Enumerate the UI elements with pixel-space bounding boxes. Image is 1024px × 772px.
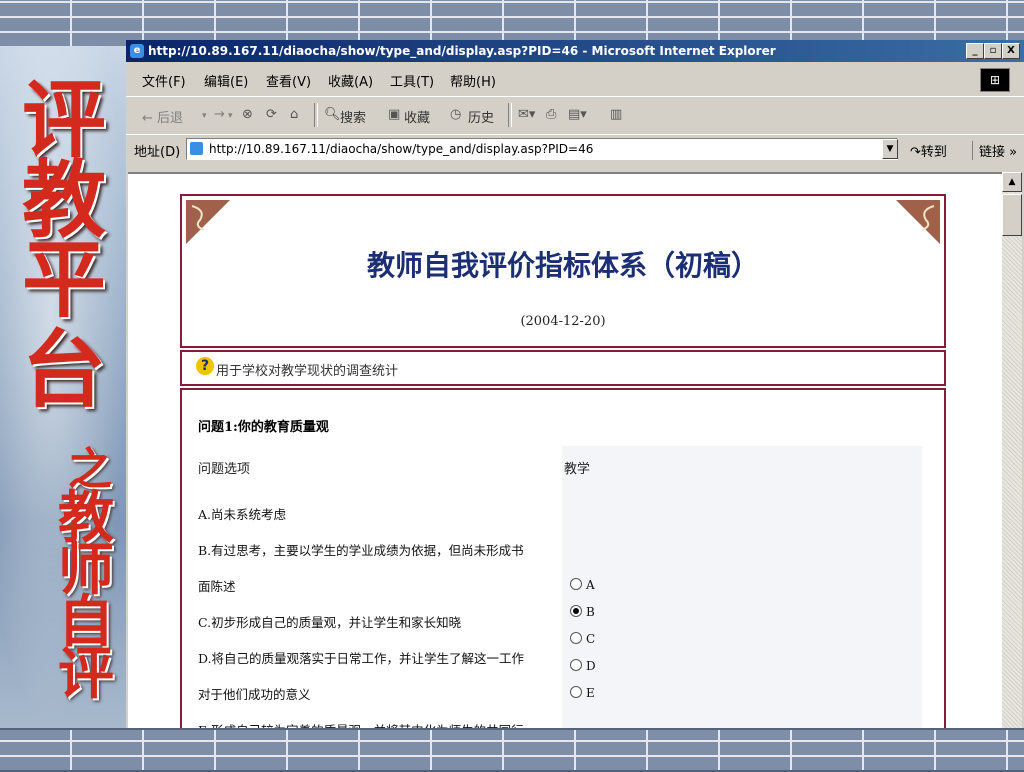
browser-window: e http://10.89.167.11/diaocha/show/type_…: [126, 40, 1024, 728]
scroll-up-icon[interactable]: ▲: [1002, 172, 1022, 192]
print-icon[interactable]: ⎙: [546, 107, 556, 122]
radio-a[interactable]: [570, 578, 582, 590]
survey-title: 教师自我评价指标体系（初稿）: [366, 249, 759, 282]
menu-bar: 文件(F) 编辑(E) 查看(V) 收藏(A) 工具(T) 帮助(H): [126, 64, 1024, 92]
menu-help[interactable]: 帮助(H): [450, 71, 496, 90]
question-panel: 问题1:你的教育质量观 问题选项 教学 A.尚未系统考虑 B.有过思考，主要以学…: [180, 388, 946, 728]
radio-label-e: E: [586, 686, 595, 700]
standard-toolbar: ← 后退 ▾ → ▾ ⊗ ⟳ ⌂ 🔍︎ 搜索 ▣ 收藏 ◷ 历史 ✉▾ ⎙ ▤▾…: [126, 96, 1024, 133]
search-button[interactable]: 搜索: [340, 107, 366, 126]
scroll-thumb[interactable]: [1002, 194, 1022, 236]
menu-tools[interactable]: 工具(T): [390, 71, 434, 90]
slide-footer-brick-band: [0, 728, 1024, 772]
survey-purpose-bar: ? 用于学校对教学现状的调查统计: [180, 350, 946, 386]
radio-d[interactable]: [570, 659, 582, 671]
answer-column: [562, 446, 922, 728]
discuss-icon[interactable]: ▥: [610, 107, 622, 122]
favorites-icon[interactable]: ▣: [388, 107, 400, 122]
radio-label-b: B: [586, 605, 595, 619]
ie-page-icon: e: [130, 44, 144, 58]
help-question-icon: ?: [196, 357, 214, 375]
favorites-button[interactable]: 收藏: [404, 107, 430, 126]
menu-favorites[interactable]: 收藏(A): [328, 71, 373, 90]
option-text: A.尚未系统考虑: [198, 507, 287, 522]
links-button[interactable]: 链接 »: [972, 141, 1017, 160]
survey-purpose: 用于学校对教学现状的调查统计: [216, 364, 399, 379]
option-text: D.将自己的质量观落实于日常工作，并让学生了解这一工作: [198, 651, 525, 666]
forward-button[interactable]: →: [214, 107, 225, 122]
radio-label-d: D: [586, 659, 596, 673]
survey-title-panel: 教师自我评价指标体系（初稿） (2004-12-20): [180, 194, 946, 348]
address-input[interactable]: http://10.89.167.11/diaocha/show/type_an…: [186, 138, 898, 160]
menu-view[interactable]: 查看(V): [266, 71, 311, 90]
stop-icon[interactable]: ⊗: [242, 107, 253, 122]
back-button[interactable]: ← 后退: [142, 107, 183, 126]
mail-icon[interactable]: ✉▾: [518, 107, 535, 122]
back-dropdown-icon[interactable]: ▾: [202, 111, 207, 121]
address-bar: 地址(D) http://10.89.167.11/diaocha/show/t…: [126, 134, 1024, 163]
option-text: E.形成自己较为完善的质量观，并将其内化为师生的共同行: [198, 720, 524, 728]
restore-button[interactable]: ▫: [984, 43, 1002, 59]
toolbar-separator: [508, 103, 512, 127]
option-text: 对于他们成功的意义: [198, 687, 311, 702]
toolbar-separator: [314, 103, 318, 127]
menu-file[interactable]: 文件(F): [142, 71, 186, 90]
history-icon[interactable]: ◷: [450, 107, 461, 122]
page-icon: [190, 142, 203, 155]
history-button[interactable]: 历史: [468, 107, 494, 126]
corner-ornament-left-icon: [186, 200, 230, 244]
address-url[interactable]: http://10.89.167.11/diaocha/show/type_an…: [209, 139, 593, 159]
option-text: B.有过思考，主要以学生的学业成绩为依据，但尚未形成书: [198, 543, 524, 558]
minimize-button[interactable]: _: [966, 43, 984, 59]
corner-ornament-right-icon: [896, 200, 940, 244]
radio-label-c: C: [586, 632, 596, 646]
survey-date: (2004-12-20): [520, 314, 606, 329]
subject-column-header: 教学: [564, 462, 591, 477]
radio-label-a: A: [586, 578, 595, 592]
vertical-scrollbar[interactable]: ▲: [1002, 172, 1022, 728]
windows-logo-icon: ⊞: [980, 68, 1010, 92]
slide-title-char-4: 台: [21, 320, 106, 419]
page-content: 教师自我评价指标体系（初稿） (2004-12-20) ? 用于学校对教学现状的…: [128, 172, 1002, 728]
option-text: C.初步形成自己的质量观，并让学生和家长知晓: [198, 615, 462, 630]
go-arrow-icon: ↷: [910, 145, 921, 160]
forward-dropdown-icon[interactable]: ▾: [228, 111, 233, 121]
window-titlebar: e http://10.89.167.11/diaocha/show/type_…: [126, 40, 1024, 62]
search-icon[interactable]: 🔍︎: [324, 107, 341, 122]
home-icon[interactable]: ⌂: [290, 107, 298, 122]
radio-e[interactable]: [570, 686, 582, 698]
window-title: http://10.89.167.11/diaocha/show/type_an…: [148, 44, 776, 58]
edit-icon[interactable]: ▤▾: [568, 107, 587, 122]
slide-subtitle-char-5: 评: [58, 641, 114, 707]
address-label: 地址(D): [134, 145, 181, 160]
option-column-header: 问题选项: [198, 462, 251, 477]
close-button[interactable]: X: [1002, 43, 1020, 59]
go-button[interactable]: ↷转到: [910, 141, 947, 160]
question-title: 问题1:你的教育质量观: [198, 420, 329, 435]
radio-b[interactable]: [570, 605, 582, 617]
address-dropdown-icon[interactable]: ▼: [882, 139, 898, 159]
refresh-icon[interactable]: ⟳: [266, 107, 277, 122]
go-label: 转到: [920, 145, 947, 160]
option-text: 面陈述: [198, 579, 236, 594]
menu-edit[interactable]: 编辑(E): [204, 71, 248, 90]
slide-title-char-3: 平: [21, 230, 106, 329]
radio-c[interactable]: [570, 632, 582, 644]
